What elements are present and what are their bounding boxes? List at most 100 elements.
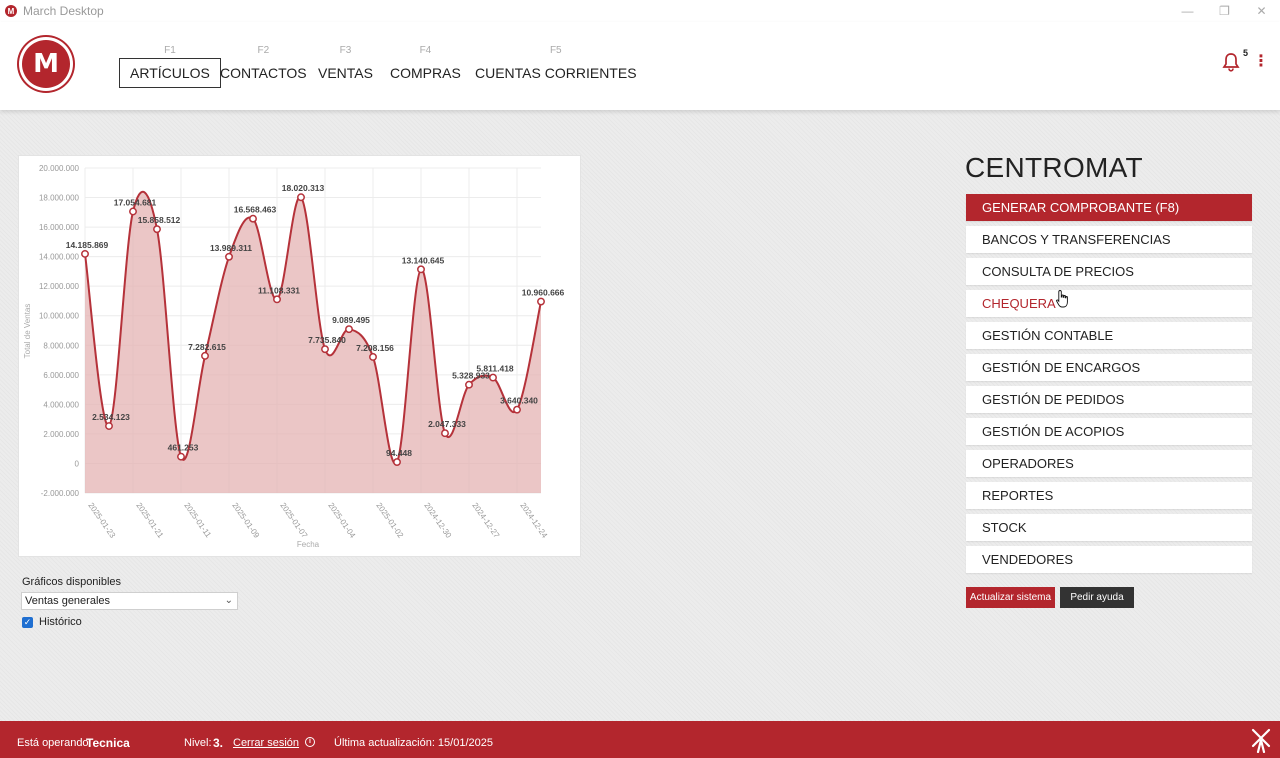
data-point xyxy=(153,225,161,234)
nav-tab-contactos[interactable]: F2 CONTACTOS xyxy=(210,44,317,88)
nav-tab-articulos[interactable]: F1 ARTÍCULOS xyxy=(119,44,221,88)
x-tick-label: 2025-01-23 xyxy=(86,501,117,540)
y-tick-label: 14.000.000 xyxy=(39,253,80,262)
menu-reportes[interactable]: REPORTES xyxy=(966,482,1252,509)
data-label: 461.253 xyxy=(168,443,199,453)
nav-tab-label: VENTAS xyxy=(318,65,373,81)
level-label: Nivel: xyxy=(184,737,212,749)
data-point xyxy=(105,422,113,430)
data-label: 94.448 xyxy=(386,448,412,458)
menu-chequera[interactable]: CHEQUERA xyxy=(966,290,1252,317)
y-tick-label: 6.000.000 xyxy=(43,371,79,380)
window-titlebar: M March Desktop — ❐ ✕ xyxy=(0,0,1280,22)
data-point xyxy=(417,265,425,274)
x-tick-label: 2025-01-21 xyxy=(134,501,165,540)
y-tick-label: 10.000.000 xyxy=(39,312,80,321)
historic-checkbox[interactable]: ✓ xyxy=(22,617,33,628)
logout-link[interactable]: Cerrar sesión xyxy=(233,737,299,749)
nav-shortcut-key: F1 xyxy=(164,45,176,56)
menu-consulta-precios[interactable]: CONSULTA DE PRECIOS xyxy=(966,258,1252,285)
menu-gestion-encargos[interactable]: GESTIÓN DE ENCARGOS xyxy=(966,354,1252,381)
nav-tab-cuentas-corrientes[interactable]: F5 CUENTAS CORRIENTES xyxy=(465,44,647,88)
data-label: 13.140.645 xyxy=(402,255,445,265)
data-point xyxy=(465,380,473,389)
y-tick-label: 18.000.000 xyxy=(39,194,80,203)
data-point xyxy=(513,405,521,414)
menu-gestion-pedidos[interactable]: GESTIÓN DE PEDIDOS xyxy=(966,386,1252,413)
data-label: 15.858.512 xyxy=(138,215,181,225)
data-point xyxy=(441,429,449,438)
y-tick-label: -2.000.000 xyxy=(41,489,80,498)
chart-type-select[interactable]: Ventas generales ⌄ xyxy=(21,592,238,610)
chevron-down-icon: ⌄ xyxy=(224,595,233,606)
data-label: 16.568.463 xyxy=(234,205,277,215)
data-label: 5.811.418 xyxy=(476,364,514,374)
data-label: 7.282.615 xyxy=(188,342,226,352)
status-bar: Está operando: Tecnica Nivel: 3. Cerrar … xyxy=(0,721,1280,758)
menu-stock[interactable]: STOCK xyxy=(966,514,1252,541)
x-tick-label: 2024-12-27 xyxy=(470,501,501,540)
data-point xyxy=(393,458,401,467)
y-axis-label: Total de Ventas xyxy=(23,304,32,359)
data-label: 17.054.681 xyxy=(114,198,157,208)
company-name: CENTROMAT xyxy=(965,152,1143,183)
menu-gestion-contable[interactable]: GESTIÓN CONTABLE xyxy=(966,322,1252,349)
data-point xyxy=(369,353,377,361)
data-label: 18.020.313 xyxy=(282,183,325,193)
hand-cursor-icon xyxy=(1056,290,1068,308)
data-point xyxy=(345,325,353,334)
y-tick-label: 0 xyxy=(75,459,80,468)
data-label: 11.108.331 xyxy=(258,285,300,295)
bell-icon[interactable] xyxy=(1222,52,1240,72)
actions-menu: GENERAR COMPROBANTE (F8) BANCOS Y TRANSF… xyxy=(966,194,1252,578)
nav-shortcut-key: F5 xyxy=(549,45,562,56)
historic-label: Histórico xyxy=(39,616,82,628)
nav-tab-label: CUENTAS CORRIENTES xyxy=(475,65,637,81)
nav-tab-compras[interactable]: F4 COMPRAS xyxy=(380,44,471,88)
data-label: 2.047.333 xyxy=(428,419,466,429)
nav-tab-label: COMPRAS xyxy=(390,65,461,81)
y-tick-label: 12.000.000 xyxy=(39,282,80,291)
x-tick-label: 2025-01-02 xyxy=(374,501,405,540)
y-tick-label: 20.000.000 xyxy=(39,164,80,173)
chart-type-selected: Ventas generales xyxy=(25,595,111,607)
nav-shortcut-key: F4 xyxy=(419,45,432,56)
minimize-button[interactable]: — xyxy=(1169,0,1206,22)
update-system-button[interactable]: Actualizar sistema xyxy=(966,587,1055,608)
maximize-button[interactable]: ❐ xyxy=(1206,0,1243,22)
y-tick-label: 16.000.000 xyxy=(39,223,80,232)
x-tick-label: 2025-01-09 xyxy=(230,501,261,540)
close-button[interactable]: ✕ xyxy=(1243,0,1280,22)
kebab-menu-icon[interactable]: ⋮ xyxy=(1253,53,1269,71)
data-label: 3.640.340 xyxy=(500,396,538,406)
operator-name: Tecnica xyxy=(86,736,130,750)
level-value: 3. xyxy=(213,736,224,750)
info-icon[interactable]: i xyxy=(305,737,315,747)
menu-generar-comprobante[interactable]: GENERAR COMPROBANTE (F8) xyxy=(966,194,1252,221)
menu-operadores[interactable]: OPERADORES xyxy=(966,450,1252,477)
data-point xyxy=(129,207,137,216)
window-title: March Desktop xyxy=(23,4,104,18)
help-button[interactable]: Pedir ayuda xyxy=(1060,587,1134,608)
nav-shortcut-key: F2 xyxy=(257,45,270,56)
data-point xyxy=(201,351,209,360)
nav-tab-ventas[interactable]: F3 VENTAS xyxy=(308,44,383,88)
operating-label: Está operando: xyxy=(17,737,92,749)
x-axis-label: Fecha xyxy=(297,540,320,549)
x-tick-label: 2025-01-04 xyxy=(326,501,357,540)
windmill-icon xyxy=(1251,728,1271,753)
data-label: 14.185.869 xyxy=(66,240,109,250)
menu-vendedores[interactable]: VENDEDORES xyxy=(966,546,1252,573)
data-point xyxy=(177,452,185,461)
menu-bancos-transferencias[interactable]: BANCOS Y TRANSFERENCIAS xyxy=(966,226,1252,253)
data-label: 9.089.495 xyxy=(332,315,370,325)
nav-shortcut-key: F3 xyxy=(339,45,352,56)
data-point xyxy=(321,345,329,354)
menu-gestion-acopios[interactable]: GESTIÓN DE ACOPIOS xyxy=(966,418,1252,445)
nav-tab-label: CONTACTOS xyxy=(220,65,307,81)
data-point xyxy=(297,193,305,202)
march-logo[interactable]: M xyxy=(19,37,73,91)
x-tick-label: 2025-01-07 xyxy=(278,501,309,540)
y-tick-label: 4.000.000 xyxy=(43,400,79,409)
data-label: 2.534.123 xyxy=(92,412,130,422)
